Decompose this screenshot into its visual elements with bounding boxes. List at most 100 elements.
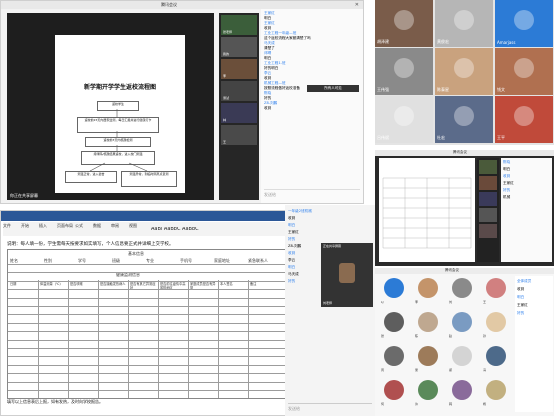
participant-gallery: 腾讯会议 LJ 李 刘 王张 陈 赵 孙周 吴 郑 冯何 许 韩 杨 全体成员 收到 明白 王家红 好的 <box>375 268 554 416</box>
chat-messages: 王家红 明白 王家红 收到 工业工程一年级—班 这个返校流程大家都清楚了吗 马天成 清楚了 邓晴… <box>264 11 360 111</box>
chat-line: 收到 <box>517 287 525 291</box>
style-gallery[interactable]: AaBl AaBbC AaBbC <box>151 227 199 232</box>
participant-avatar[interactable] <box>384 380 404 400</box>
participant-name: 王伟强 <box>377 87 389 92</box>
video-label: 我的 <box>223 52 230 56</box>
participant-avatar[interactable] <box>418 312 438 332</box>
chat-line: 收到 <box>503 174 511 178</box>
chat-line: 一年级2班机械 <box>288 209 312 213</box>
grid-col-line <box>218 280 219 398</box>
grid-row-line <box>8 381 286 383</box>
chat-input[interactable]: 发送给 <box>288 403 372 414</box>
video-tile[interactable]: 杜宏 <box>435 96 493 143</box>
video-label: 张老师 <box>223 30 233 34</box>
chat-tooltip: 所有人可见 <box>307 85 359 92</box>
grid-row-line <box>8 322 286 324</box>
ribbon-tab[interactable]: 数据 <box>93 223 101 228</box>
participant-name: 陈泰星 <box>437 87 449 92</box>
ribbon-tab[interactable]: 开始 <box>21 223 29 228</box>
participant-name: 黄俊宏 <box>437 39 449 44</box>
grid-col-line <box>98 280 99 398</box>
participant-avatar[interactable] <box>486 278 506 298</box>
video-tile[interactable]: 王平 <box>495 96 553 143</box>
video-tile[interactable] <box>479 208 497 222</box>
video-tile[interactable]: 王 <box>221 125 257 145</box>
avatar <box>514 10 534 30</box>
video-tile[interactable]: 李 <box>221 59 257 79</box>
close-icon[interactable]: ✕ <box>355 2 359 8</box>
shared-sheet <box>379 158 475 262</box>
chat-line: 好的 <box>503 188 511 192</box>
video-tile[interactable] <box>479 176 497 190</box>
participant-avatar[interactable] <box>486 346 506 366</box>
participant-name: 杜宏 <box>437 135 445 140</box>
title: 腾讯会议 <box>445 268 459 272</box>
chat-line: 陈晓 <box>503 160 511 164</box>
video-label: 王 <box>223 140 227 144</box>
video-tile[interactable]: 王伟强 <box>375 48 433 95</box>
participant-avatar[interactable] <box>452 380 472 400</box>
avatar <box>394 10 414 30</box>
video-gallery: 胡泽建 黄俊宏 Amarjass 王伟强 陈泰星 钱文吕伟斌 杜宏 王平 <box>375 0 554 145</box>
video-label: 测试 <box>223 96 230 100</box>
chat-input[interactable]: 发送给 <box>264 189 360 200</box>
ribbon-tab[interactable]: 页面布局 <box>57 223 73 228</box>
video-tile[interactable]: 吕伟斌 <box>375 96 433 143</box>
participant-avatar[interactable] <box>384 278 404 298</box>
grid-row-line <box>8 297 286 299</box>
ribbon-tab[interactable]: 文件 <box>3 223 11 228</box>
chat-line: 好的 <box>517 311 525 315</box>
participant-name: 钱文 <box>497 87 505 92</box>
video-tile[interactable]: Amarjass <box>495 0 553 47</box>
video-tile[interactable]: 胡泽建 <box>375 0 433 47</box>
ribbon-tab[interactable]: 公式 <box>75 223 83 228</box>
video-popup-label: 正在共享屏幕 <box>323 244 342 248</box>
ribbon-tab[interactable]: 审阅 <box>111 223 119 228</box>
grid-col-line <box>158 280 159 398</box>
instruction: 说明：每人填一份，学生需每天按要求如实填写，个人信息要正式并详细上交学校。 <box>7 242 174 247</box>
participant-avatar[interactable] <box>452 312 472 332</box>
participant-avatar[interactable] <box>486 312 506 332</box>
participant-avatar[interactable] <box>452 346 472 366</box>
participant-name: 吕伟斌 <box>377 135 389 140</box>
meeting-titlebar: 腾讯会议 ✕ <box>1 1 363 9</box>
grid-row-line <box>8 280 286 282</box>
video-tile[interactable]: 测试 <box>221 81 257 101</box>
video-tile[interactable] <box>479 224 497 238</box>
video-tile[interactable]: 钱文 <box>495 48 553 95</box>
chat-text: 收到 <box>264 106 272 110</box>
video-tile[interactable]: 林 <box>221 103 257 123</box>
video-tile[interactable]: 陈泰星 <box>435 48 493 95</box>
shared-screen: 新学期开学学生返校流程图 返校学生 返校前15天内居家监测，每日汇报并进行健康打… <box>7 13 214 200</box>
ribbon-tab[interactable]: 视图 <box>129 223 137 228</box>
chat-input-placeholder: 发送给 <box>264 192 276 197</box>
avatar <box>339 263 355 283</box>
video-tile[interactable] <box>479 192 497 206</box>
flow-arrows <box>89 109 148 172</box>
video-popup: 正在共享屏幕 刘老师 <box>321 243 373 307</box>
participant-avatar[interactable] <box>452 278 472 298</box>
chat-messages: 陈晓 明白 收到 王家红 好的 机械 <box>501 158 552 262</box>
participant-avatar[interactable] <box>418 278 438 298</box>
video-tile[interactable]: 张老师 <box>221 15 257 35</box>
participant-avatar[interactable] <box>418 380 438 400</box>
participant-avatar[interactable] <box>384 312 404 332</box>
participant-avatar[interactable] <box>418 346 438 366</box>
ribbon: 文件 开始 插入 页面布局 公式 数据 审阅 视图 <box>3 222 287 236</box>
participant-name: 王平 <box>497 135 505 140</box>
avatar <box>394 106 414 126</box>
video-label: 李 <box>223 74 227 78</box>
footer-note: 填写以上信息表后上报，如有发热，及时向学校报告。 <box>7 399 103 404</box>
avatar <box>454 106 474 126</box>
grid-row-line <box>8 356 286 357</box>
chat-line: 好的 <box>288 237 296 241</box>
grid-row-line <box>8 339 286 341</box>
participant-name: 胡泽建 <box>377 39 389 44</box>
grid-col-line <box>68 280 69 398</box>
participant-avatar[interactable] <box>486 380 506 400</box>
ribbon-tab[interactable]: 插入 <box>39 223 47 228</box>
participant-avatar[interactable] <box>384 346 404 366</box>
video-tile[interactable]: 黄俊宏 <box>435 0 493 47</box>
video-tile[interactable] <box>479 160 497 174</box>
video-tile[interactable]: 我的 <box>221 37 257 57</box>
